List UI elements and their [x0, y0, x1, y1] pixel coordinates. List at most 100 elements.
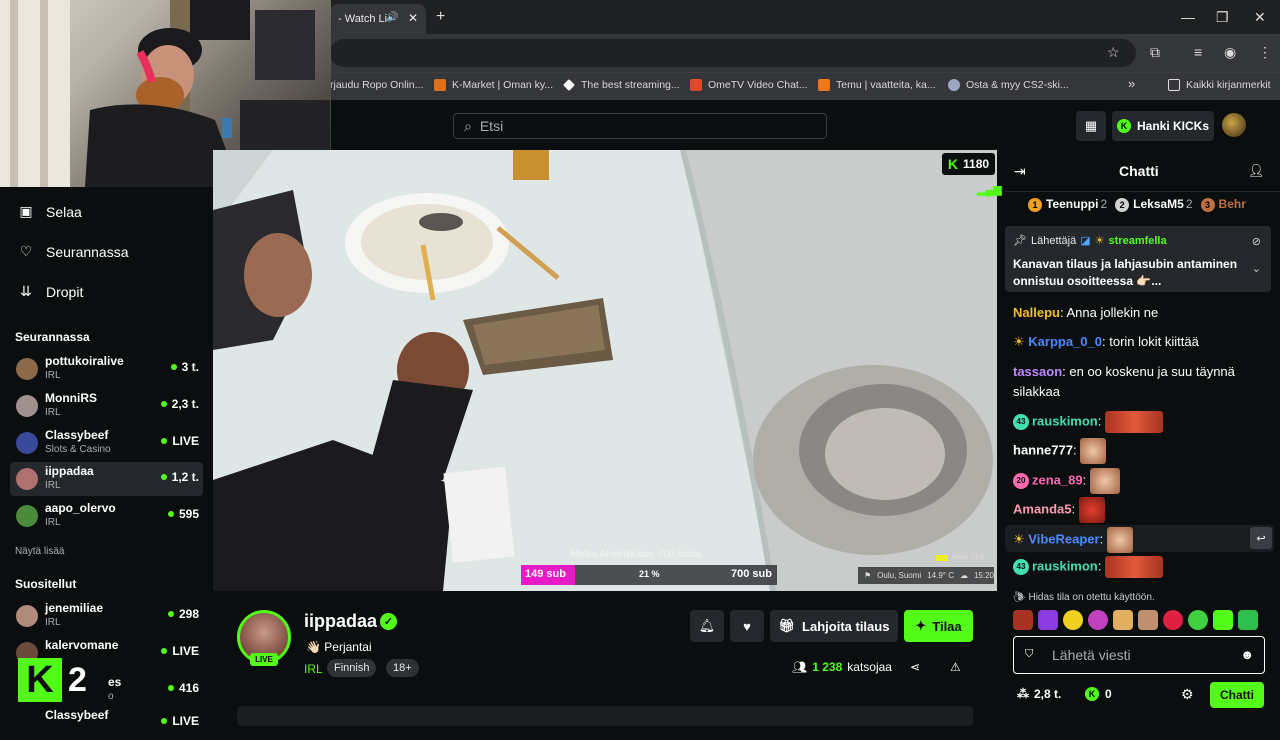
profile-icon[interactable]: ◉ [1224, 44, 1236, 61]
hide-pin-icon[interactable]: ⊘ [1252, 235, 1261, 248]
emote-bar [1013, 610, 1258, 630]
live-dot [167, 611, 174, 617]
emote[interactable] [1038, 610, 1058, 630]
menu-icon[interactable]: ⋮ [1258, 44, 1272, 61]
emote[interactable] [1080, 438, 1107, 464]
kmarket-icon [434, 79, 446, 91]
bookmark-item[interactable]: Osta & myy CS2-ski... [948, 79, 1069, 91]
bookmark-item[interactable]: The best streaming... [563, 79, 680, 91]
show-more-link[interactable]: Näytä lisää [15, 546, 64, 557]
reply-button[interactable]: ↩ [1250, 527, 1272, 549]
search-input[interactable]: ⌕ Etsi [453, 113, 827, 139]
chat-scrollbar[interactable] [1276, 192, 1280, 712]
extensions-icon[interactable]: ⧉ [1150, 44, 1160, 61]
divider [1005, 191, 1280, 192]
bookmark-item[interactable]: OmeTV Video Chat... [690, 79, 808, 91]
media-icon[interactable]: ≡ [1194, 44, 1202, 60]
nav-following[interactable]: ♡ Seurannassa [18, 243, 129, 260]
more-bookmarks-icon[interactable]: » [1128, 76, 1135, 91]
pinned-message[interactable]: 📌︎ Lähettäjä ◪ ☀ streamfella Kanavan til… [1005, 226, 1271, 292]
leaderboard-item[interactable]: 2 LeksaM5 2 [1115, 197, 1193, 212]
nav-browse[interactable]: ▣ Selaa [18, 203, 81, 220]
emote[interactable] [1238, 610, 1258, 630]
emote[interactable] [1063, 610, 1083, 630]
k2-logo: K 2 [18, 650, 108, 710]
leaderboard-item[interactable]: 3 Behr [1200, 197, 1246, 212]
emote[interactable] [1138, 610, 1158, 630]
chat-input[interactable]: ⛉ Lähetä viesti ☻ [1013, 636, 1265, 674]
new-tab-icon[interactable]: + [436, 8, 445, 26]
video-player[interactable] [213, 150, 997, 591]
maximize-icon[interactable]: ❐ [1216, 9, 1229, 26]
following-item-active[interactable]: iippadaa IRL 1,2 t. [10, 462, 203, 496]
close-tab-icon[interactable]: ✕ [408, 11, 418, 25]
nav-drops[interactable]: ⇊ Dropit [18, 283, 83, 300]
collapse-chat-icon[interactable]: ⇥ [1014, 163, 1026, 180]
channel-points[interactable]: ⁂ 2,8 t. [1017, 687, 1061, 701]
bookmark-item[interactable]: Temu | vaatteita, ka... [818, 79, 936, 91]
video-frame [213, 150, 997, 591]
drops-icon: ⇊ [20, 283, 32, 299]
bookmark-item[interactable]: rjaudu Ropo Onlin... [330, 79, 423, 91]
recommended-item[interactable]: Classybeef LIVE [10, 706, 203, 740]
tag-18plus[interactable]: 18+ [386, 659, 419, 677]
chat-message: Amanda5: [1013, 497, 1263, 523]
flag-fi-icon: ⚑ [864, 571, 872, 580]
chevron-down-icon[interactable]: ⌄ [1252, 262, 1261, 275]
emote[interactable] [1213, 610, 1233, 630]
address-bar[interactable] [330, 39, 1136, 67]
audio-icon[interactable]: 🔊 [386, 12, 398, 23]
emote[interactable] [1078, 497, 1105, 523]
tag-finnish[interactable]: Finnish [327, 659, 377, 677]
following-title: Seurannassa [15, 330, 90, 344]
emote[interactable] [1188, 610, 1208, 630]
diamond-icon [563, 79, 575, 91]
notify-button[interactable]: 🔔︎ [690, 610, 724, 642]
tab-title: - Watch Li [338, 13, 388, 25]
emote[interactable] [1113, 610, 1133, 630]
channel-name[interactable]: iippadaa [304, 611, 377, 632]
minimize-icon[interactable]: — [1181, 9, 1195, 25]
bookmark-star-icon[interactable]: ☆ [1107, 44, 1120, 61]
leaderboard-item[interactable]: 1 Teenuppi 2 [1028, 197, 1107, 212]
kicks-balance[interactable]: K 0 [1085, 687, 1112, 701]
emoji-icon[interactable]: ☻ [1240, 647, 1254, 662]
emote[interactable] [1104, 556, 1163, 578]
follow-button[interactable]: ♥ [730, 610, 764, 642]
chat-message: Nallepu: Anna jollekin ne [1013, 305, 1159, 320]
sub-badge: 43 [1013, 414, 1029, 430]
browser-tab-active[interactable]: - Watch Li 🔊 ✕ [330, 4, 426, 34]
chat-message: hanne777: [1013, 438, 1263, 464]
emote[interactable] [1089, 468, 1120, 494]
subscribe-button[interactable]: ✦ Tilaa [904, 610, 973, 642]
gear-icon[interactable]: ⚙ [1181, 686, 1194, 703]
live-dot [161, 438, 168, 444]
recommended-item[interactable]: jenemiliae IRL 298 [10, 599, 203, 633]
bookmark-item[interactable]: K-Market | Oman ky... [434, 79, 553, 91]
calendar-button[interactable]: ▦ [1076, 111, 1106, 141]
points-icon: ⁂ [1017, 687, 1029, 701]
send-button[interactable]: Chatti [1210, 682, 1264, 708]
share-icon[interactable]: ⋖ [910, 660, 920, 674]
kick-coin-icon: K [1085, 687, 1099, 701]
gift-sub-button[interactable]: 🎁︎ Lahjoita tilaus [770, 610, 898, 642]
following-item[interactable]: Classybeef Slots & Casino LIVE [10, 426, 203, 460]
get-kicks-button[interactable]: K Hanki KICKs [1112, 111, 1214, 141]
emote[interactable] [1106, 527, 1133, 553]
emote[interactable] [1163, 610, 1183, 630]
user-avatar[interactable] [1222, 113, 1246, 137]
following-item[interactable]: pottukoiralive IRL 3 t. [10, 352, 203, 386]
report-icon[interactable]: ⚠ [950, 660, 961, 674]
slow-mode-notice: 🐌︎ Hidas tila on otettu käyttöön. [1013, 592, 1155, 603]
category-link[interactable]: IRL [304, 662, 323, 676]
all-bookmarks[interactable]: Kaikki kirjanmerkit [1168, 79, 1271, 91]
emote[interactable] [1088, 610, 1108, 630]
verified-icon: ✓ [380, 613, 397, 630]
emote[interactable] [1013, 610, 1033, 630]
following-item[interactable]: aapo_olervo IRL 595 [10, 499, 203, 533]
following-item[interactable]: MonniRS IRL 2,3 t. [10, 389, 203, 423]
live-dot [167, 685, 174, 691]
chat-users-icon[interactable]: 👤︎ [1248, 163, 1265, 179]
emote[interactable] [1104, 411, 1163, 433]
close-window-icon[interactable]: ✕ [1254, 9, 1266, 26]
